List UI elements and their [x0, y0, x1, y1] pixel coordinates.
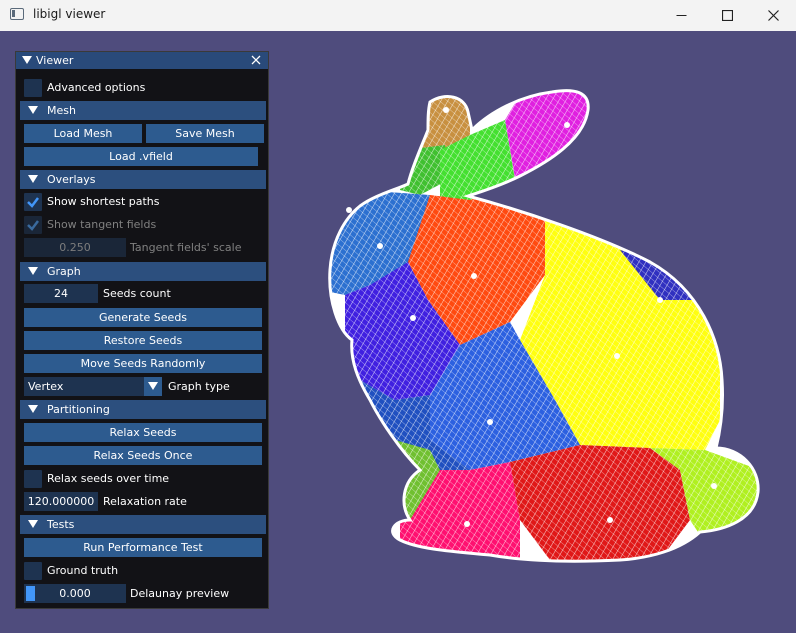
panel-titlebar[interactable]: Viewer [16, 52, 268, 69]
show-shortest-paths-checkbox[interactable] [24, 193, 42, 211]
tangent-scale-input[interactable]: 0.250 [24, 238, 126, 257]
advanced-options-label: Advanced options [47, 81, 146, 94]
panel-close-icon[interactable] [250, 53, 262, 67]
maximize-icon [721, 10, 733, 21]
close-button[interactable] [750, 0, 796, 31]
show-tangent-fields-label: Show tangent fields [47, 218, 157, 231]
viewer-panel[interactable]: Viewer Advanced options Mesh Load Mesh S… [15, 51, 269, 609]
minimize-button[interactable] [658, 0, 704, 31]
graph-type-label: Graph type [168, 380, 230, 393]
slider-grab[interactable] [26, 586, 35, 601]
relaxation-rate-label: Relaxation rate [103, 495, 187, 508]
overlays-header[interactable]: Overlays [20, 170, 266, 189]
expanded-triangle-icon [28, 175, 38, 183]
window-titlebar[interactable]: libigl viewer [0, 0, 796, 31]
ground-truth-checkbox[interactable] [24, 562, 42, 580]
partitioning-header[interactable]: Partitioning [20, 400, 266, 419]
window-title: libigl viewer [33, 7, 106, 21]
tangent-scale-label: Tangent fields' scale [130, 241, 242, 254]
show-tangent-fields-row[interactable]: Show tangent fields [16, 215, 268, 235]
show-shortest-paths-row[interactable]: Show shortest paths [16, 192, 268, 212]
load-vfield-button[interactable]: Load .vfield [24, 147, 258, 166]
ground-truth-row[interactable]: Ground truth [16, 561, 268, 581]
seeds-count-input[interactable]: 24 [24, 284, 98, 303]
relaxation-rate-input[interactable]: 120.000000 [24, 492, 98, 511]
expanded-triangle-icon [28, 106, 38, 114]
restore-seeds-button[interactable]: Restore Seeds [24, 331, 262, 350]
check-icon [27, 197, 39, 208]
relax-over-time-row[interactable]: Relax seeds over time [16, 469, 268, 489]
relax-seeds-button[interactable]: Relax Seeds [24, 423, 262, 442]
chevron-down-icon [148, 382, 158, 390]
maximize-button[interactable] [704, 0, 750, 31]
relax-seeds-once-button[interactable]: Relax Seeds Once [24, 446, 262, 465]
advanced-options-checkbox[interactable] [24, 79, 42, 97]
tangent-scale-row[interactable]: 0.250 Tangent fields' scale [16, 238, 268, 258]
graph-header[interactable]: Graph [20, 262, 266, 281]
run-performance-test-button[interactable]: Run Performance Test [24, 538, 262, 557]
graph-type-value: Vertex [28, 380, 64, 393]
tests-header-label: Tests [47, 518, 75, 531]
overlays-header-label: Overlays [47, 173, 96, 186]
show-tangent-fields-checkbox[interactable] [24, 216, 42, 234]
minimize-icon [676, 15, 686, 16]
graph-type-select[interactable]: Vertex [24, 377, 162, 396]
dropdown-arrow[interactable] [144, 377, 162, 396]
expanded-triangle-icon [28, 405, 38, 413]
graph-header-label: Graph [47, 265, 81, 278]
delaunay-preview-row[interactable]: 0.000 Delaunay preview [16, 584, 268, 604]
check-icon [27, 220, 39, 231]
expanded-triangle-icon [28, 520, 38, 528]
save-mesh-button[interactable]: Save Mesh [146, 124, 264, 143]
relaxation-rate-row[interactable]: 120.000000 Relaxation rate [16, 492, 268, 512]
graph-type-row[interactable]: Vertex Graph type [16, 377, 268, 397]
tests-header[interactable]: Tests [20, 515, 266, 534]
delaunay-preview-slider[interactable]: 0.000 [24, 584, 126, 603]
delaunay-preview-value: 0.000 [59, 587, 91, 600]
panel-title: Viewer [36, 54, 74, 67]
show-shortest-paths-label: Show shortest paths [47, 195, 160, 208]
expanded-triangle-icon [28, 267, 38, 275]
ground-truth-label: Ground truth [47, 564, 119, 577]
collapse-triangle-icon[interactable] [22, 55, 32, 65]
seeds-count-row[interactable]: 24 Seeds count [16, 284, 268, 304]
delaunay-preview-label: Delaunay preview [130, 587, 230, 600]
partitioning-header-label: Partitioning [47, 403, 110, 416]
close-icon [767, 10, 779, 21]
relax-over-time-checkbox[interactable] [24, 470, 42, 488]
app-icon [10, 8, 24, 20]
relax-over-time-label: Relax seeds over time [47, 472, 170, 485]
advanced-options-row[interactable]: Advanced options [16, 78, 268, 98]
move-seeds-randomly-button[interactable]: Move Seeds Randomly [24, 354, 262, 373]
load-mesh-button[interactable]: Load Mesh [24, 124, 142, 143]
seeds-count-label: Seeds count [103, 287, 171, 300]
generate-seeds-button[interactable]: Generate Seeds [24, 308, 262, 327]
mesh-header[interactable]: Mesh [20, 101, 266, 120]
mesh-header-label: Mesh [47, 104, 76, 117]
